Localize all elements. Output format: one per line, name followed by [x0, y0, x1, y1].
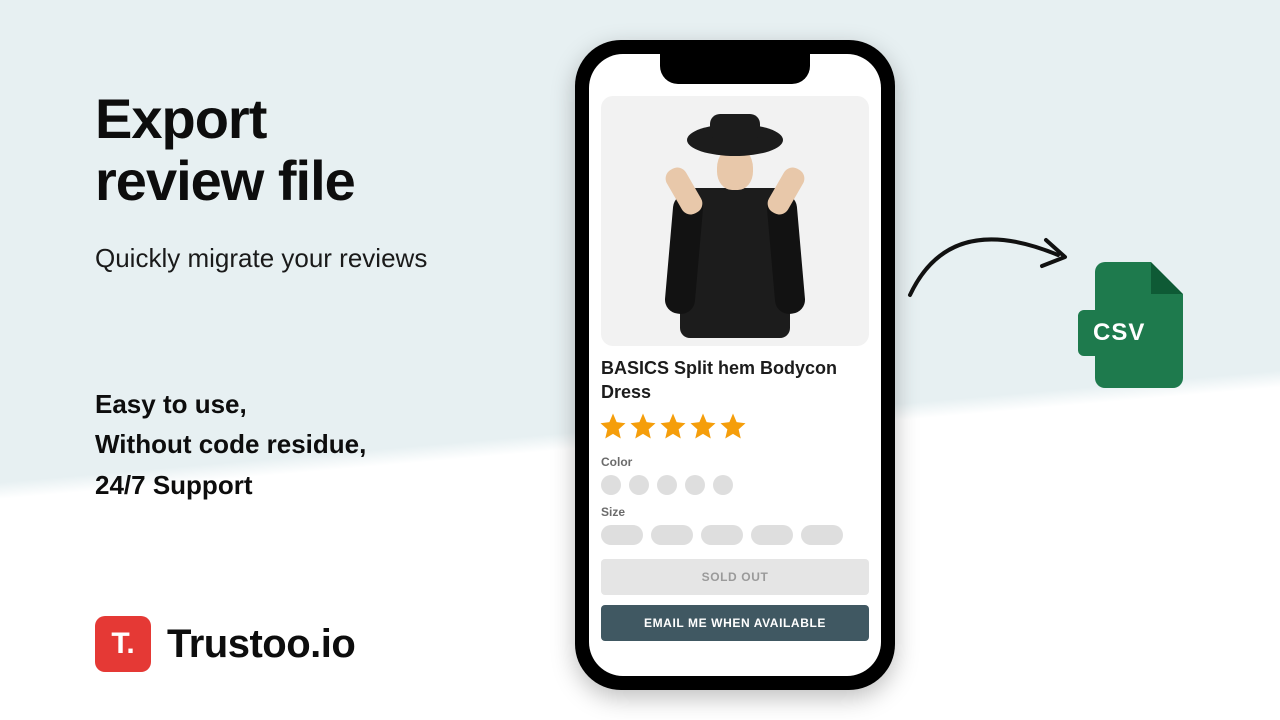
size-swatch-row	[601, 525, 869, 545]
page-title: Export review file	[95, 88, 427, 211]
size-label: Size	[601, 505, 869, 519]
brand-badge-icon: T.	[95, 616, 151, 672]
model-illustration	[665, 106, 805, 336]
star-icon	[688, 411, 718, 441]
color-label: Color	[601, 455, 869, 469]
subheadline: Quickly migrate your reviews	[95, 243, 427, 274]
star-icon	[718, 411, 748, 441]
email-notify-button[interactable]: EMAIL ME WHEN AVAILABLE	[601, 605, 869, 641]
color-swatch[interactable]	[629, 475, 649, 495]
color-swatch[interactable]	[713, 475, 733, 495]
arrow-icon	[900, 200, 1080, 320]
feature-list: Easy to use, Without code residue, 24/7 …	[95, 384, 427, 505]
phone-notch	[660, 54, 810, 84]
sold-out-button: SOLD OUT	[601, 559, 869, 595]
star-icon	[598, 411, 628, 441]
feature-line-2: Without code residue,	[95, 424, 427, 464]
csv-label: CSV	[1078, 310, 1160, 356]
phone-mockup: BASICS Split hem Bodycon Dress Color Siz…	[575, 40, 895, 690]
product-image	[601, 96, 869, 346]
headline-line-2: review file	[95, 149, 355, 212]
color-swatch[interactable]	[601, 475, 621, 495]
size-option[interactable]	[651, 525, 693, 545]
size-option[interactable]	[601, 525, 643, 545]
star-rating	[598, 411, 869, 441]
feature-line-3: 24/7 Support	[95, 465, 427, 505]
brand-name: Trustoo.io	[167, 622, 355, 667]
size-option[interactable]	[801, 525, 843, 545]
star-icon	[628, 411, 658, 441]
headline-line-1: Export	[95, 87, 266, 150]
star-icon	[658, 411, 688, 441]
color-swatch[interactable]	[657, 475, 677, 495]
hero-text-block: Export review file Quickly migrate your …	[95, 88, 427, 505]
product-title: BASICS Split hem Bodycon Dress	[601, 356, 869, 405]
color-swatch[interactable]	[685, 475, 705, 495]
brand-logo: T. Trustoo.io	[95, 616, 355, 672]
size-option[interactable]	[701, 525, 743, 545]
phone-screen: BASICS Split hem Bodycon Dress Color Siz…	[589, 54, 881, 676]
color-swatch-row	[601, 475, 869, 495]
feature-line-1: Easy to use,	[95, 384, 427, 424]
csv-file-icon: CSV	[1078, 262, 1183, 392]
size-option[interactable]	[751, 525, 793, 545]
